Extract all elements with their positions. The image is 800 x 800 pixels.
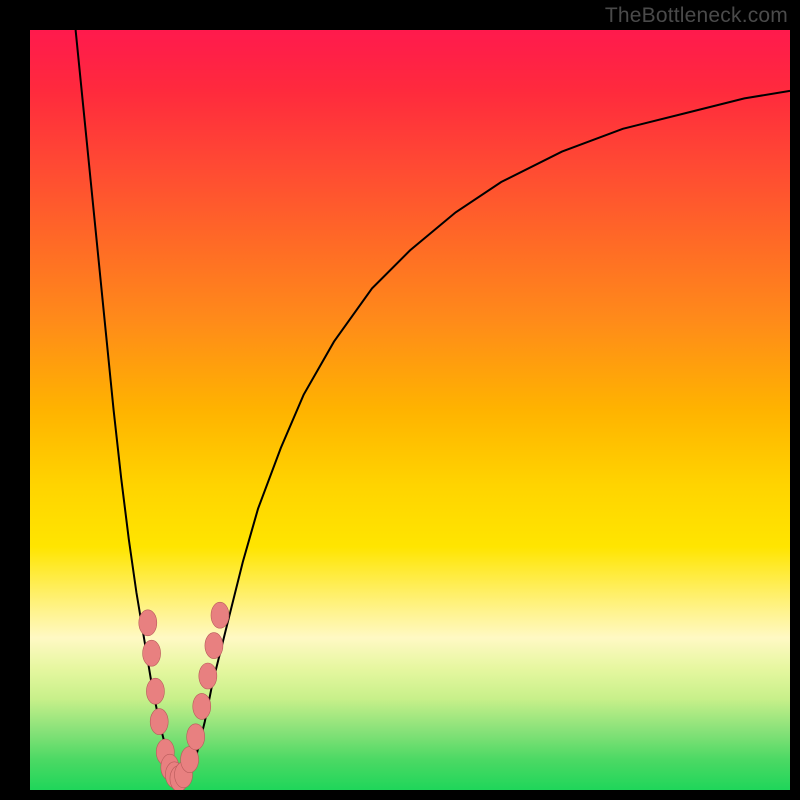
- data-marker: [199, 663, 217, 689]
- plot-area: [30, 30, 790, 790]
- outer-frame: TheBottleneck.com: [0, 0, 800, 800]
- plot-svg: [30, 30, 790, 790]
- data-marker: [187, 724, 205, 750]
- data-marker: [146, 678, 164, 704]
- data-marker: [150, 709, 168, 735]
- data-marker: [193, 693, 211, 719]
- watermark-text: TheBottleneck.com: [605, 4, 788, 28]
- data-markers: [139, 602, 229, 790]
- data-marker: [181, 747, 199, 773]
- data-marker: [139, 610, 157, 636]
- data-marker: [205, 633, 223, 659]
- data-marker: [143, 640, 161, 666]
- curve-left-branch: [76, 30, 175, 775]
- data-marker: [211, 602, 229, 628]
- curve-right-branch: [174, 91, 790, 783]
